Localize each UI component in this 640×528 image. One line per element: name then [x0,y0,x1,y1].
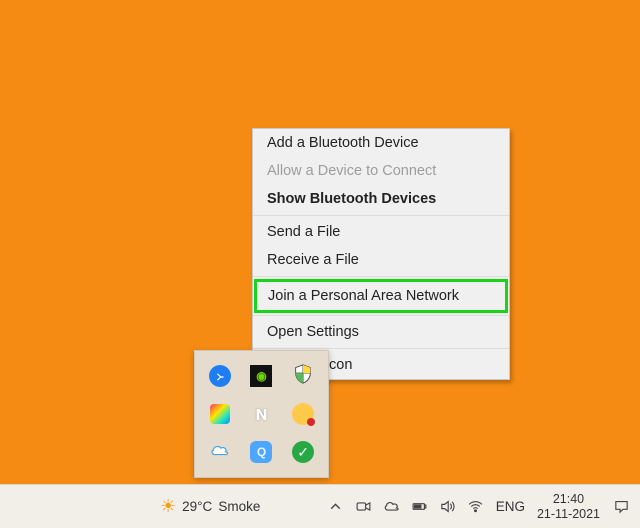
bluetooth-context-menu: Add a Bluetooth Device Allow a Device to… [252,128,510,380]
nvidia-icon[interactable]: ◉ [248,363,274,389]
menu-join-personal-area-network[interactable]: Join a Personal Area Network [254,279,508,313]
menu-allow-device-connect: Allow a Device to Connect [253,157,509,185]
menu-open-settings[interactable]: Open Settings [253,318,509,346]
menu-separator [253,215,509,216]
checkmark-icon[interactable]: ✓ [290,439,316,465]
menu-receive-file[interactable]: Receive a File [253,246,509,274]
ime-indicator[interactable]: ENG [496,499,525,514]
weather-label: Smoke [218,499,260,514]
menu-separator [253,315,509,316]
weather-widget[interactable]: ☀ 29°C Smoke [160,496,260,517]
wifi-icon[interactable] [465,485,487,528]
onedrive-taskbar-icon[interactable] [381,485,403,528]
color-picker-icon[interactable] [207,401,233,427]
notion-icon[interactable]: ɴ [248,401,274,427]
menu-send-file[interactable]: Send a File [253,218,509,246]
clock-time: 21:40 [553,492,584,506]
menu-separator [253,348,509,349]
volume-icon[interactable] [437,485,459,528]
weather-temperature: 29°C [182,499,212,514]
weather-sun-icon: ☀ [160,496,176,517]
menu-separator [253,276,509,277]
clock-date: 21-11-2021 [537,507,600,521]
tray-chevron-up-icon[interactable] [325,485,347,528]
audio-app-icon[interactable]: Q [248,439,274,465]
security-shield-icon[interactable] [290,363,316,389]
action-center-icon[interactable] [610,485,632,528]
battery-icon[interactable] [409,485,431,528]
menu-add-bluetooth-device[interactable]: Add a Bluetooth Device [253,129,509,157]
meet-now-icon[interactable] [353,485,375,528]
taskbar: ☀ 29°C Smoke ENG 21:40 21-11-2021 [0,484,640,528]
onedrive-icon[interactable] [207,439,233,465]
lock-icon[interactable] [290,401,316,427]
menu-show-bluetooth-devices[interactable]: Show Bluetooth Devices [253,185,509,213]
clock[interactable]: 21:40 21-11-2021 [537,492,600,521]
system-tray-overflow: ᚛ ◉ ɴ Q ✓ [194,350,329,478]
bluetooth-icon[interactable]: ᚛ [207,363,233,389]
